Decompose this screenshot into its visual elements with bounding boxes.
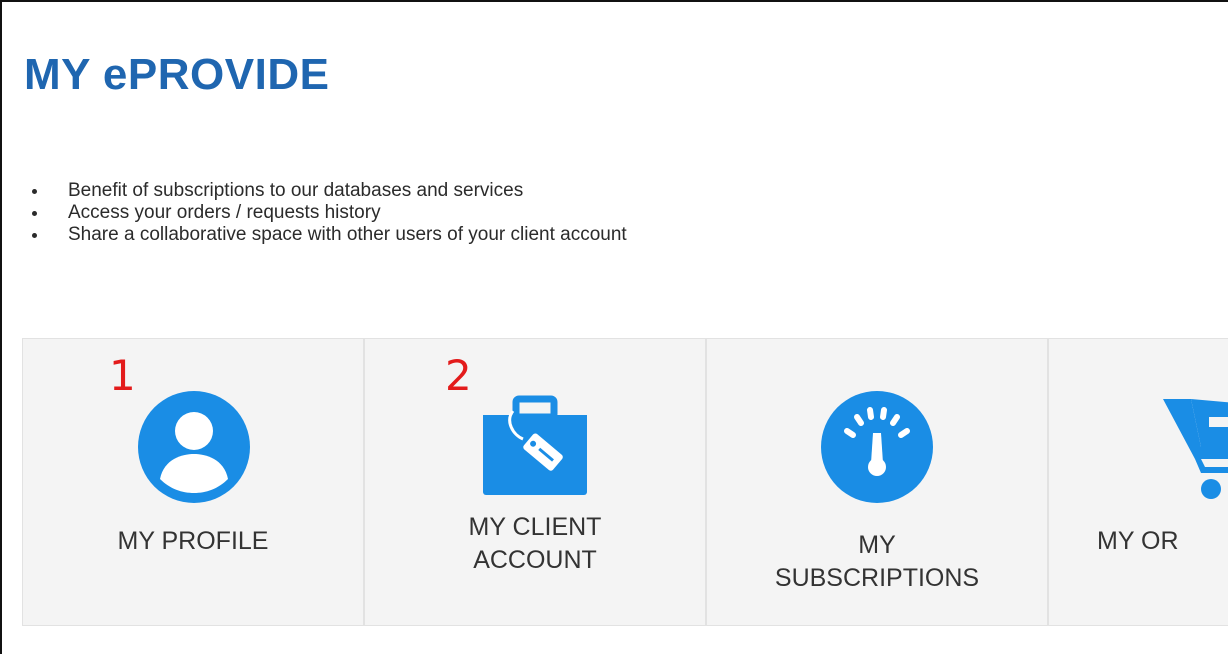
speedometer-icon	[821, 391, 933, 503]
page-title: MY ePROVIDE	[24, 50, 330, 99]
bullet-icon	[32, 211, 37, 216]
annotation-marker-1: 1	[109, 351, 136, 400]
my-subscriptions-tile[interactable]: MY SUBSCRIPTIONS	[706, 338, 1048, 626]
shopping-cart-icon	[1163, 399, 1228, 499]
my-orders-tile[interactable]: MY OR	[1048, 338, 1228, 626]
list-item: Share a collaborative space with other u…	[30, 224, 627, 246]
user-icon	[138, 391, 250, 503]
my-profile-label: MY PROFILE	[117, 527, 269, 555]
bullet-icon	[32, 189, 37, 194]
label-line: SUBSCRIPTIONS	[774, 564, 980, 592]
label-line: ACCOUNT	[473, 546, 597, 574]
briefcase-tag-icon	[483, 395, 587, 495]
list-item: Benefit of subscriptions to our database…	[30, 180, 627, 202]
annotation-marker-2: 2	[445, 351, 472, 400]
my-profile-tile[interactable]: 1 MY PROFILE	[22, 338, 364, 626]
bullet-icon	[32, 233, 37, 238]
label-line: MY	[858, 531, 896, 559]
benefits-list: Benefit of subscriptions to our database…	[30, 180, 627, 246]
list-item: Access your orders / requests history	[30, 202, 627, 224]
list-item-text: Share a collaborative space with other u…	[68, 224, 627, 245]
my-subscriptions-label: MY SUBSCRIPTIONS	[707, 529, 1047, 595]
my-orders-label: MY OR	[1097, 527, 1179, 555]
my-client-account-tile[interactable]: 2 MY CLIENT ACCOUNT	[364, 338, 706, 626]
my-client-account-label: MY CLIENT ACCOUNT	[365, 511, 705, 577]
tiles-row: 1 MY PROFILE 2 MY CLIENT ACCOUNT MY SUBS…	[22, 338, 1228, 626]
list-item-text: Benefit of subscriptions to our database…	[68, 180, 524, 201]
list-item-text: Access your orders / requests history	[68, 202, 381, 223]
label-line: MY CLIENT	[468, 513, 602, 541]
